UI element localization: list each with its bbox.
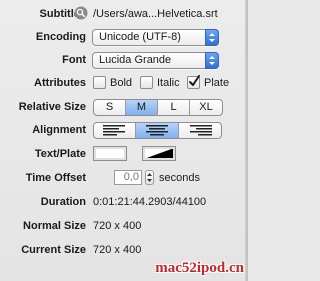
popup-arrows-icon [205,52,219,69]
text-plate-label: Text/Plate [34,148,86,160]
size-option-l[interactable]: L [158,100,190,115]
align-center-icon [146,125,168,136]
subtitles-file-path: /Users/awa...Helvetica.srt [93,8,218,20]
alignment-label: Alignment [32,124,86,136]
normal-size-value: 720 x 400 [93,220,142,232]
relative-size-segmented-control: S M L XL [93,99,223,116]
align-right-icon [190,125,212,136]
alignment-segmented-control [93,122,222,139]
time-offset-stepper[interactable] [145,170,154,185]
align-left-icon [103,125,125,136]
text-color-well[interactable] [93,146,127,161]
checkmark-icon [189,75,200,86]
align-center-option[interactable] [136,123,179,138]
attributes-label: Attributes [34,77,86,89]
plate-checkbox[interactable] [187,75,200,89]
normal-size-label: Normal Size [23,220,86,232]
encoding-label: Encoding [35,31,86,43]
size-option-s[interactable]: S [94,100,126,115]
font-label: Font [62,54,86,66]
subtitle-settings-panel: Subtitles /Users/awa...Helvetica.srt Enc… [0,0,248,281]
size-option-xl[interactable]: XL [190,100,222,115]
current-size-label: Current Size [21,244,86,256]
align-left-option[interactable] [94,123,136,138]
text-color-swatch [96,149,124,158]
italic-checkbox-label: Italic [157,77,180,89]
current-size-value: 720 x 400 [93,244,142,256]
font-value: Lucida Grande [99,54,172,66]
bold-checkbox-label: Bold [110,77,133,89]
plate-color-swatch [145,149,173,158]
popup-arrows-icon [205,29,219,46]
plate-color-well[interactable] [142,146,176,161]
panel-edge [245,0,248,281]
align-right-option[interactable] [179,123,221,138]
time-offset-label: Time Offset [25,172,86,184]
duration-value: 0:01:21:44.2903/44100 [93,196,207,208]
relative-size-label: Relative Size [18,101,86,113]
encoding-popup[interactable]: Unicode (UTF-8) [92,29,219,46]
encoding-value: Unicode (UTF-8) [99,31,181,43]
size-option-m[interactable]: M [126,100,158,115]
magnifier-icon[interactable] [74,6,88,20]
time-offset-input[interactable]: 0,0 [114,170,142,185]
time-offset-unit: seconds [159,172,200,184]
bold-checkbox[interactable] [93,76,106,89]
italic-checkbox[interactable] [140,76,153,89]
watermark: mac52ipod.cn [155,260,244,276]
duration-label: Duration [40,196,86,208]
plate-checkbox-label: Plate [204,77,230,89]
font-popup[interactable]: Lucida Grande [92,52,219,69]
stepper-arrows-icon [147,173,152,182]
